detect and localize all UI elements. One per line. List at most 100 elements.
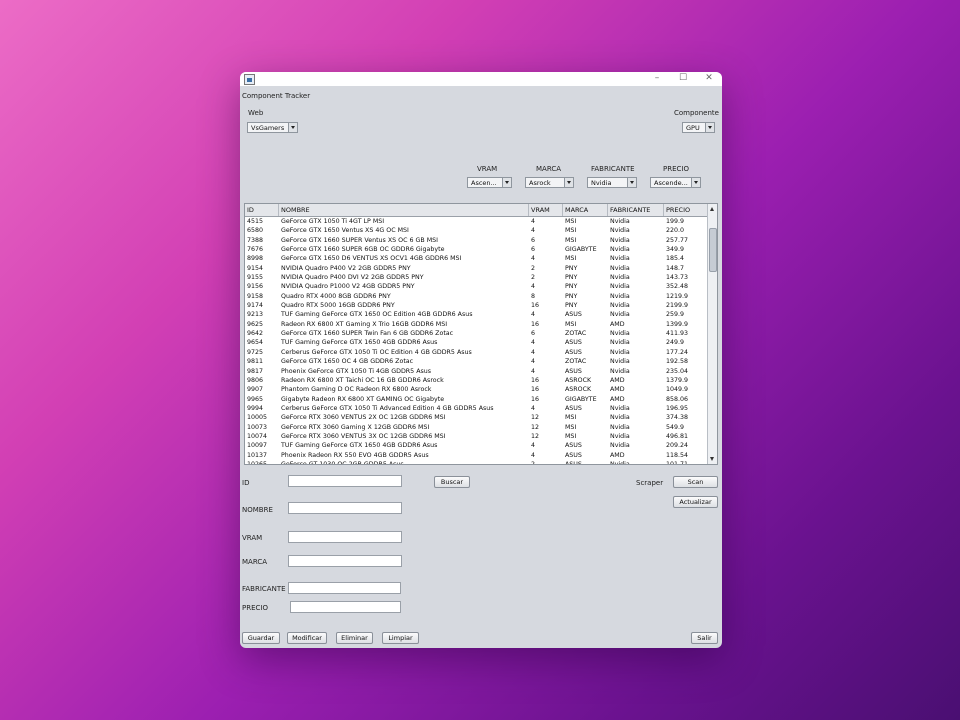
web-select[interactable]: VsGamers xyxy=(247,122,298,133)
column-header-vram[interactable]: VRAM xyxy=(529,204,563,216)
modificar-button[interactable]: Modificar xyxy=(287,632,327,644)
cell-precio: 2199.9 xyxy=(666,302,689,310)
column-header-fabricante[interactable]: FABRICANTE xyxy=(608,204,664,216)
table-row[interactable]: 10074 GeForce RTX 3060 VENTUS 3X OC 12GB … xyxy=(245,432,709,441)
table-row[interactable]: 9965 Gigabyte Radeon RX 6800 XT GAMING OC… xyxy=(245,395,709,404)
scroll-up-icon[interactable] xyxy=(710,207,714,211)
cell-marca: ZOTAC xyxy=(565,358,587,366)
precio-filter-select[interactable]: Ascende... xyxy=(650,177,701,188)
marca-field[interactable] xyxy=(288,555,402,567)
id-field[interactable] xyxy=(288,475,402,487)
table-row[interactable]: 9642 GeForce GTX 1660 SUPER Twin Fan 6 GB… xyxy=(245,329,709,338)
cell-id: 9156 xyxy=(247,283,264,291)
table-row[interactable]: 9154 NVIDIA Quadro P400 V2 2GB GDDR5 PNY 2… xyxy=(245,264,709,273)
table-row[interactable]: 9174 Quadro RTX 5000 16GB GDDR6 PNY 16 PNY N… xyxy=(245,301,709,310)
cell-nombre: GeForce GTX 1050 Ti 4GT LP MSI xyxy=(281,218,385,225)
cell-nombre: TUF Gaming GeForce GTX 1650 4GB GDDR6 As… xyxy=(281,339,438,347)
minimize-icon[interactable]: – xyxy=(645,72,669,86)
cell-id: 9158 xyxy=(247,292,264,300)
cell-marca: MSI xyxy=(565,255,577,263)
cell-nombre: Gigabyte Radeon RX 6800 XT GAMING OC Gig… xyxy=(281,395,445,403)
table-row[interactable]: 9725 Cerberus GeForce GTX 1050 Ti OC Edit… xyxy=(245,348,709,357)
table-row[interactable]: 9625 Radeon RX 6800 XT Gaming X Trio 16GB… xyxy=(245,320,709,329)
componente-select[interactable]: GPU xyxy=(682,122,715,133)
cell-precio: 257.77 xyxy=(666,236,689,244)
limpiar-button[interactable]: Limpiar xyxy=(382,632,419,644)
cell-vram: 12 xyxy=(531,414,540,422)
column-header-id[interactable]: ID xyxy=(245,204,279,216)
cell-marca: ASUS xyxy=(565,348,582,356)
table-row[interactable]: 9994 Cerberus GeForce GTX 1050 Ti Advance… xyxy=(245,404,709,413)
fabricante-filter-select[interactable]: Nvidia xyxy=(587,177,637,188)
componente-select-value: GPU xyxy=(686,124,700,132)
cell-fabricante: Nvidia xyxy=(610,255,630,263)
eliminar-button[interactable]: Eliminar xyxy=(336,632,373,644)
buscar-button[interactable]: Buscar xyxy=(434,476,470,488)
salir-button[interactable]: Salir xyxy=(691,632,718,644)
table-row[interactable]: 9907 Phantom Gaming D OC Radeon RX 6800 A… xyxy=(245,385,709,394)
cell-id: 9625 xyxy=(247,320,264,328)
cell-vram: 4 xyxy=(531,227,536,235)
cell-vram: 4 xyxy=(531,442,536,450)
guardar-button[interactable]: Guardar xyxy=(242,632,280,644)
marca-filter-label: MARCA xyxy=(536,165,562,173)
table-row[interactable]: 7388 GeForce GTX 1660 SUPER Ventus XS OC … xyxy=(245,236,709,245)
table-row[interactable]: 9213 TUF Gaming GeForce GTX 1650 OC Editi… xyxy=(245,310,709,319)
cell-id: 7676 xyxy=(247,246,264,254)
table-row[interactable]: 9158 Quadro RTX 4000 8GB GDDR6 PNY 8 PNY Nvi… xyxy=(245,292,709,301)
cell-marca: PNY xyxy=(565,264,578,272)
table-row[interactable]: 9811 GeForce GTX 1650 OC 4 GB GDDR6 Zotac… xyxy=(245,357,709,366)
table-row[interactable]: 9806 Radeon RX 6800 XT Taichi OC 16 GB GD… xyxy=(245,376,709,385)
maximize-icon[interactable]: ☐ xyxy=(671,72,695,86)
cell-precio: 185.4 xyxy=(666,255,685,263)
cell-fabricante: Nvidia xyxy=(610,302,630,310)
scroll-down-icon[interactable] xyxy=(710,457,714,461)
table-row[interactable]: 6580 GeForce GTX 1650 Ventus XS 4G OC MSI… xyxy=(245,226,709,235)
close-icon[interactable]: ✕ xyxy=(697,72,721,86)
cell-vram: 4 xyxy=(531,348,536,356)
table-row[interactable]: 9654 TUF Gaming GeForce GTX 1650 4GB GDDR… xyxy=(245,338,709,347)
fabricante-field[interactable] xyxy=(288,582,401,594)
scan-button[interactable]: Scan xyxy=(673,476,718,488)
marca-filter-select[interactable]: Asrock xyxy=(525,177,574,188)
table-row[interactable]: 7676 GeForce GTX 1660 SUPER 6GB OC GDDR6 … xyxy=(245,245,709,254)
fabricante-filter-value: Nvidia xyxy=(591,179,612,187)
precio-field[interactable] xyxy=(290,601,401,613)
table-row[interactable]: 10097 TUF Gaming GeForce GTX 1650 4GB GDD… xyxy=(245,441,709,450)
actualizar-button[interactable]: Actualizar xyxy=(673,496,718,508)
table-row[interactable]: 9156 NVIDIA Quadro P1000 V2 4GB GDDR5 PNY… xyxy=(245,282,709,291)
column-header-nombre[interactable]: NOMBRE xyxy=(279,204,529,216)
table-row[interactable]: 10137 Phoenix Radeon RX 550 EVO 4GB GDDR5… xyxy=(245,451,709,460)
cell-fabricante: Nvidia xyxy=(610,404,630,412)
nombre-field[interactable] xyxy=(288,502,402,514)
vram-filter-select[interactable]: Ascen... xyxy=(467,177,512,188)
chevron-down-icon xyxy=(627,178,636,187)
cell-fabricante: Nvidia xyxy=(610,218,630,225)
cell-id: 9154 xyxy=(247,264,264,272)
cell-precio: 352.48 xyxy=(666,283,689,291)
table-row[interactable]: 10265 GeForce GT 1030 OC 2GB GDDR5 Asus 2 A… xyxy=(245,460,709,464)
column-header-marca[interactable]: MARCA xyxy=(563,204,608,216)
table-row[interactable]: 9817 Phoenix GeForce GTX 1050 Ti 4GB GDDR… xyxy=(245,367,709,376)
scrollbar-thumb[interactable] xyxy=(709,228,717,272)
table-row[interactable]: 9155 NVIDIA Quadro P400 DVI V2 2GB GDDR5 … xyxy=(245,273,709,282)
cell-id: 10073 xyxy=(247,423,268,431)
vram-field[interactable] xyxy=(288,531,402,543)
table-row[interactable]: 10073 GeForce RTX 3060 Gaming X 12GB GDDR… xyxy=(245,423,709,432)
cell-vram: 6 xyxy=(531,246,536,254)
title-bar: – ☐ ✕ xyxy=(240,72,722,86)
cell-nombre: GeForce RTX 3060 Gaming X 12GB GDDR6 MSI xyxy=(281,423,430,431)
cell-fabricante: Nvidia xyxy=(610,283,630,291)
table-scrollbar[interactable] xyxy=(707,204,717,464)
column-header-precio[interactable]: PRECIO xyxy=(664,204,709,216)
cell-id: 9806 xyxy=(247,376,264,384)
table-row[interactable]: 8998 GeForce GTX 1650 D6 VENTUS XS OCV1 4… xyxy=(245,254,709,263)
table-row[interactable]: 10005 GeForce RTX 3060 VENTUS 2X OC 12GB … xyxy=(245,413,709,422)
cell-vram: 8 xyxy=(531,292,536,300)
cell-fabricante: Nvidia xyxy=(610,311,630,319)
cell-vram: 2 xyxy=(531,274,536,282)
table-row[interactable]: 4515 GeForce GTX 1050 Ti 4GT LP MSI 4 MSI Nv… xyxy=(245,217,709,226)
cell-vram: 4 xyxy=(531,404,536,412)
cell-nombre: Cerberus GeForce GTX 1050 Ti OC Edition … xyxy=(281,348,472,356)
cell-marca: ASUS xyxy=(565,442,582,450)
